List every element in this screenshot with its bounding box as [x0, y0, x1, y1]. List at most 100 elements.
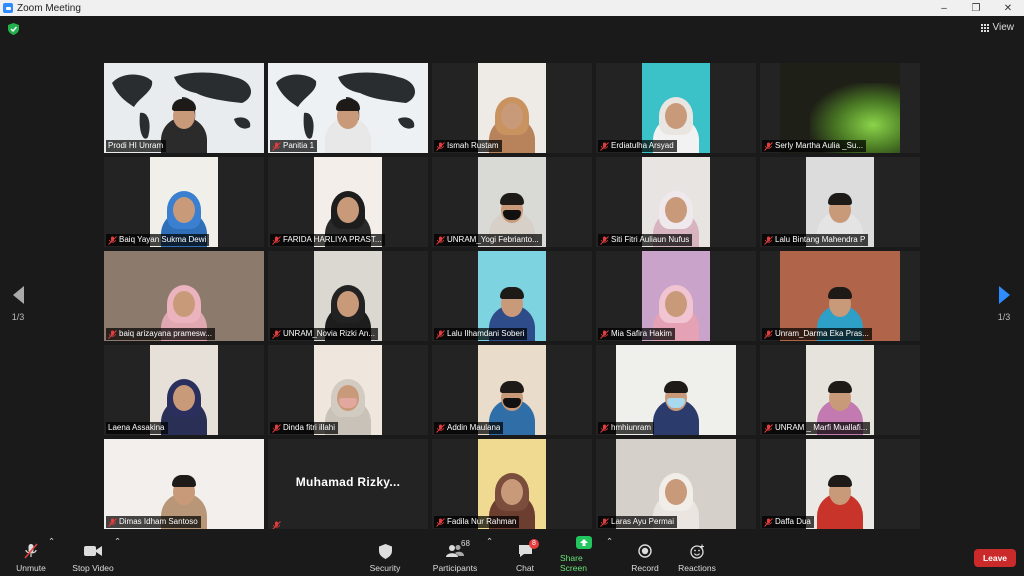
participant-tile[interactable]: Laena Assakina	[104, 345, 264, 435]
participant-tile[interactable]: baiq arizayana pramesw...	[104, 251, 264, 341]
muted-microphone-icon	[764, 423, 773, 433]
participant-tile[interactable]: Muhamad Rizky...	[268, 439, 428, 529]
participant-tile[interactable]: Serly Martha Aulia _Su...	[760, 63, 920, 153]
participant-name-label: Addin Maulana	[434, 422, 504, 434]
participant-tile[interactable]: Mia Safira Hakim	[596, 251, 756, 341]
muted-microphone-icon	[600, 329, 609, 339]
participant-tile[interactable]: Erdiatulha Arsyad	[596, 63, 756, 153]
muted-microphone-icon	[272, 235, 281, 245]
close-window-button[interactable]: ✕	[992, 0, 1024, 16]
participant-face	[337, 291, 359, 317]
participant-tile[interactable]: Lalu Ilhamdani Soberi	[432, 251, 592, 341]
participant-name-label: Mia Safira Hakim	[598, 328, 675, 340]
chat-button[interactable]: 8 Chat	[512, 536, 539, 576]
participants-button[interactable]: 68 Participants	[432, 536, 478, 576]
participant-name: Dinda fitri illahi	[283, 423, 336, 432]
participant-name-label: Prodi HI Unram	[106, 140, 167, 152]
muted-microphone-icon	[108, 329, 117, 339]
participant-tile[interactable]: Dinda fitri illahi	[268, 345, 428, 435]
muted-microphone-icon	[108, 235, 117, 245]
unmute-button[interactable]: Unmute	[14, 536, 48, 576]
participant-tile[interactable]: UNRAM _ Marfi Muallafi...	[760, 345, 920, 435]
participant-tile[interactable]: UNRAM_Novia Rizki An...	[268, 251, 428, 341]
maximize-button[interactable]: ❐	[960, 0, 992, 16]
participant-hair	[172, 99, 196, 111]
participant-face	[173, 385, 195, 411]
participant-tile[interactable]: Unram_Darma Eka Pras...	[760, 251, 920, 341]
muted-microphone-icon	[436, 329, 445, 339]
participant-name-label: FARIDA HARLIYA PRAST...	[270, 234, 385, 246]
participant-tile[interactable]: Daffa Dua	[760, 439, 920, 529]
reactions-button[interactable]: Reactions	[678, 536, 716, 576]
muted-microphone-icon	[764, 235, 773, 245]
muted-microphone-icon	[436, 235, 445, 245]
participant-tile[interactable]: Baiq Yayan Sukma Dewi	[104, 157, 264, 247]
participant-name-label: Daffa Dua	[762, 516, 814, 528]
muted-microphone-icon	[272, 329, 281, 339]
participant-face	[501, 479, 523, 505]
previous-page-button[interactable]: 1/3	[8, 286, 28, 322]
muted-microphone-icon	[764, 517, 773, 527]
participant-face	[665, 197, 687, 223]
participant-tile[interactable]: UNRAM_Yogi Febrianto...	[432, 157, 592, 247]
grid-icon	[980, 23, 989, 32]
participant-tile[interactable]: Ismah Rustam	[432, 63, 592, 153]
audio-options-chevron-icon[interactable]: ⌃	[48, 536, 55, 550]
participant-name-display: Muhamad Rizky...	[295, 475, 401, 489]
muted-microphone-icon	[436, 423, 445, 433]
participant-hair	[828, 287, 852, 299]
microphone-muted-icon	[21, 543, 41, 559]
participant-tile[interactable]: Prodi HI Unram	[104, 63, 264, 153]
chat-bubble-icon: 8	[515, 539, 539, 559]
participant-name: Daffa Dua	[775, 517, 811, 526]
participant-name: UNRAM _ Marfi Muallafi...	[775, 423, 868, 432]
muted-microphone-icon	[108, 517, 117, 527]
video-options-chevron-icon[interactable]: ⌃	[114, 536, 121, 550]
participant-name: UNRAM_Yogi Febrianto...	[447, 235, 539, 244]
participant-tile[interactable]: Panitia 1	[268, 63, 428, 153]
participant-tile[interactable]: FARIDA HARLIYA PRAST...	[268, 157, 428, 247]
meeting-toolbar: Unmute ⌃ Stop Video ⌃ Security 68 Partic…	[0, 536, 1024, 576]
arrow-right-icon	[998, 286, 1010, 304]
video-camera-icon	[83, 543, 103, 559]
participant-name-label: UNRAM_Yogi Febrianto...	[434, 234, 542, 246]
participant-tile[interactable]: Lalu Bintang Mahendra P	[760, 157, 920, 247]
share-screen-button[interactable]: Share Screen	[560, 536, 608, 576]
window-controls: – ❐ ✕	[928, 0, 1024, 16]
participant-hair	[500, 193, 524, 205]
window-titlebar: Zoom Meeting – ❐ ✕	[0, 0, 1024, 16]
participant-name: Panitia 1	[283, 141, 315, 150]
record-label: Record	[631, 563, 659, 573]
participant-tile[interactable]: Addin Maulana	[432, 345, 592, 435]
participant-name: Dimas Idham Santoso	[119, 517, 198, 526]
participant-name: Lalu Bintang Mahendra P	[775, 235, 866, 244]
participant-name-label: Dimas Idham Santoso	[106, 516, 201, 528]
view-button[interactable]: View	[980, 22, 1014, 33]
zoom-app-icon	[3, 3, 13, 13]
participant-tile[interactable]: Dimas Idham Santoso	[104, 439, 264, 529]
participant-name: Baiq Yayan Sukma Dewi	[119, 235, 207, 244]
next-page-button[interactable]: 1/3	[994, 286, 1014, 322]
participant-name: Addin Maulana	[447, 423, 501, 432]
record-button[interactable]: Record	[630, 536, 660, 576]
security-button[interactable]: Security	[368, 536, 402, 576]
encryption-shield-icon[interactable]	[8, 23, 19, 35]
minimize-button[interactable]: –	[928, 0, 960, 16]
leave-button[interactable]: Leave	[974, 549, 1016, 567]
participant-name-label: UNRAM _ Marfi Muallafi...	[762, 422, 871, 434]
chat-label: Chat	[516, 563, 534, 573]
participant-tile[interactable]: hmhiunram	[596, 345, 756, 435]
participant-name: Erdiatulha Arsyad	[611, 141, 674, 150]
participant-tile[interactable]: Siti Fitri Auliaun Nufus	[596, 157, 756, 247]
muted-microphone-icon	[600, 235, 609, 245]
share-options-chevron-icon[interactable]: ⌃	[606, 536, 613, 550]
participant-tile[interactable]: Fadila Nur Rahman	[432, 439, 592, 529]
stop-video-label: Stop Video	[72, 563, 114, 573]
muted-microphone-icon	[600, 423, 609, 433]
participant-name-label: Erdiatulha Arsyad	[598, 140, 677, 152]
participants-options-chevron-icon[interactable]: ⌃	[486, 536, 493, 550]
stop-video-button[interactable]: Stop Video	[72, 536, 114, 576]
participant-face	[665, 103, 687, 129]
participant-face	[665, 291, 687, 317]
participant-tile[interactable]: Laras Ayu Permai	[596, 439, 756, 529]
